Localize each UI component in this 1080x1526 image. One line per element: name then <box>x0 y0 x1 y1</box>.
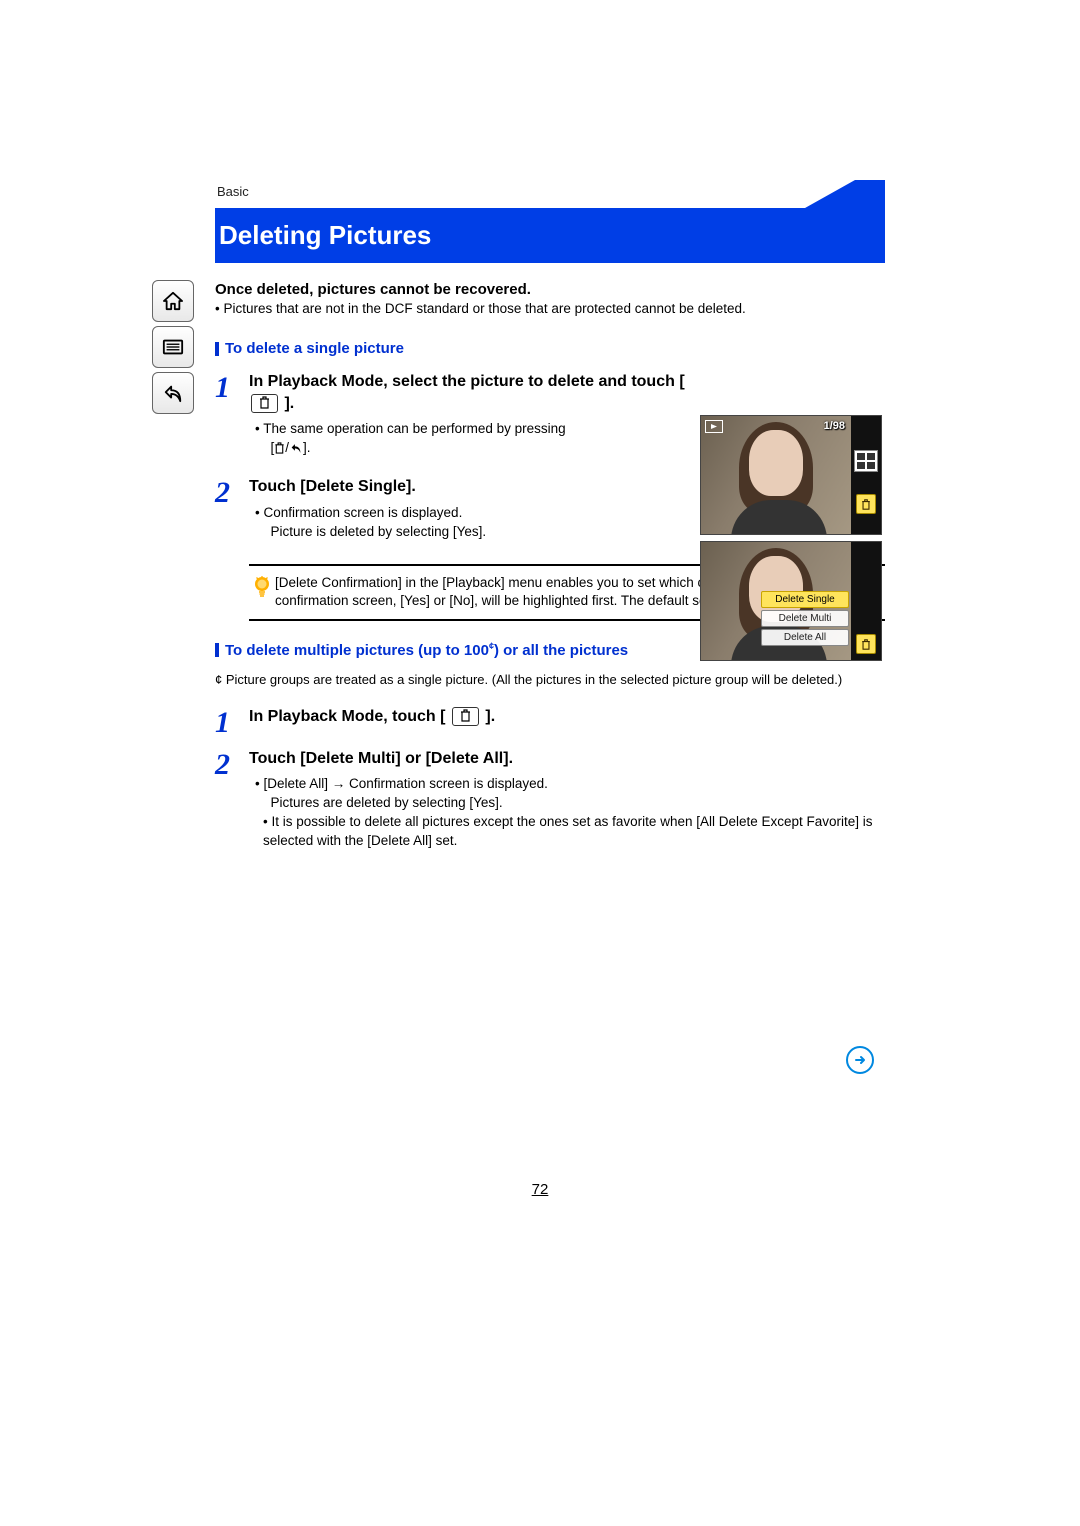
image-counter: 1/98 <box>824 420 845 432</box>
camera-screen-1: 1/98 <box>700 415 882 535</box>
back-icon[interactable] <box>152 372 194 414</box>
thumbnail-grid-icon[interactable] <box>854 450 878 472</box>
home-icon[interactable] <box>152 280 194 322</box>
delete-icon[interactable] <box>856 494 876 514</box>
step2-sub: • Confirmation screen is displayed. Pict… <box>249 504 685 542</box>
lightbulb-icon <box>249 574 275 612</box>
page-title: Deleting Pictures <box>215 210 885 263</box>
step2-title: Touch [Delete Single]. <box>249 476 685 498</box>
toc-icon[interactable] <box>152 326 194 368</box>
menu-delete-all[interactable]: Delete All <box>761 629 849 646</box>
step1-sub: • The same operation can be performed by… <box>249 420 685 458</box>
multi-step2-title: Touch [Delete Multi] or [Delete All]. <box>249 748 885 770</box>
chapter-tab: Basic <box>215 180 885 210</box>
step-number: 2 <box>215 476 249 508</box>
camera-screen-2: Delete Single Delete Multi Delete All <box>700 541 882 661</box>
step1-text-a: In Playback Mode, select the picture to … <box>249 373 685 390</box>
trash-icon <box>251 394 278 413</box>
step-number: 2 <box>215 748 249 780</box>
delete-icon[interactable] <box>856 634 876 654</box>
trash-icon <box>452 707 479 726</box>
menu-delete-single[interactable]: Delete Single <box>761 591 849 608</box>
step-number: 1 <box>215 371 249 403</box>
chapter-label: Basic <box>217 184 249 199</box>
step1-text-b: ]. <box>284 395 294 412</box>
camera-screenshots: 1/98 Delete Single Delete Multi Delete A… <box>700 415 880 667</box>
section-single-heading: To delete a single picture <box>215 340 885 357</box>
sidebar-nav <box>152 280 194 418</box>
next-page-icon[interactable] <box>846 1046 874 1074</box>
step1-title: In Playback Mode, select the picture to … <box>249 371 685 414</box>
multi-step1-title: In Playback Mode, touch [ ]. <box>249 706 885 728</box>
protection-note: • Pictures that are not in the DCF stand… <box>215 300 885 318</box>
step-number: 1 <box>215 706 249 738</box>
delete-menu: Delete Single Delete Multi Delete All <box>761 591 849 648</box>
playback-indicator-icon <box>705 420 723 433</box>
multi-step-2: 2 Touch [Delete Multi] or [Delete All]. … <box>215 748 885 851</box>
warning-text: Once deleted, pictures cannot be recover… <box>215 281 885 298</box>
menu-delete-multi[interactable]: Delete Multi <box>761 610 849 627</box>
multi-step-1: 1 In Playback Mode, touch [ ]. <box>215 706 885 738</box>
group-footnote: ¢ Picture groups are treated as a single… <box>215 671 885 689</box>
manual-page: Basic Deleting Pictures Once deleted, pi… <box>0 0 1080 1526</box>
page-number: 72 <box>0 1181 1080 1198</box>
multi-step2-sub: • [Delete All] → Confirmation screen is … <box>249 775 885 851</box>
